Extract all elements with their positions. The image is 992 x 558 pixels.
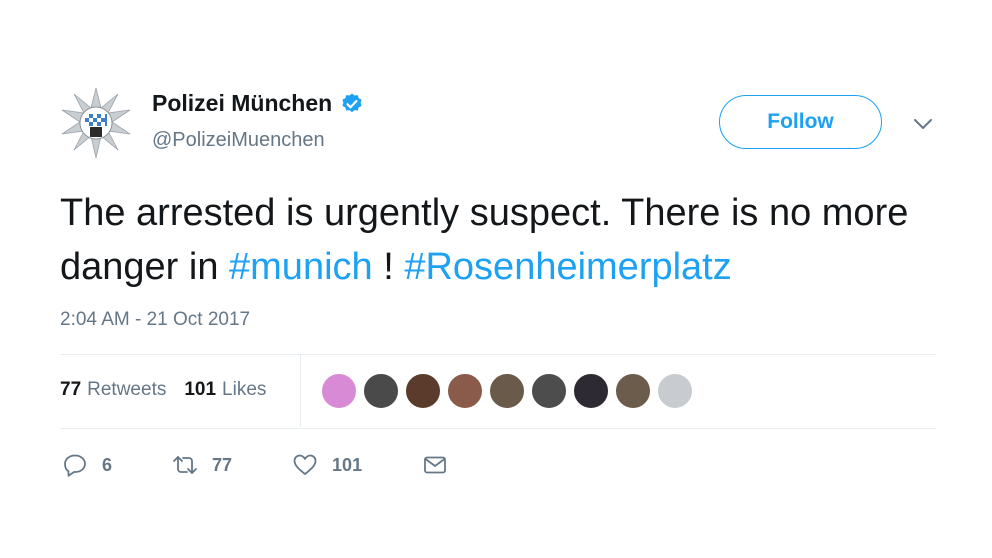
heart-icon[interactable] [292, 452, 318, 478]
direct-message-action[interactable] [422, 452, 462, 478]
tweet-actions: 6 77 101 [62, 452, 522, 478]
retweet-icon[interactable] [172, 452, 198, 478]
liker-avatar[interactable] [362, 372, 400, 410]
stats-separator [300, 355, 301, 427]
author-name-row[interactable]: Polizei München [152, 90, 364, 117]
envelope-icon[interactable] [422, 452, 448, 478]
follow-button[interactable]: Follow [719, 95, 882, 149]
liker-avatar[interactable] [656, 372, 694, 410]
verified-badge-icon [342, 93, 362, 112]
author-name[interactable]: Polizei München [152, 90, 332, 117]
likes-stat[interactable]: 101 Likes [184, 379, 266, 401]
retweet-count: 77 [212, 454, 233, 475]
retweet-action[interactable]: 77 [172, 452, 232, 478]
reply-icon[interactable] [62, 452, 88, 478]
retweets-count: 77 [60, 379, 82, 400]
liker-avatar[interactable] [530, 372, 568, 410]
liker-avatar[interactable] [614, 372, 652, 410]
divider [60, 428, 936, 429]
tweet-stats: 77 Retweets 101 Likes [60, 379, 284, 401]
reply-action[interactable]: 6 [62, 452, 112, 478]
liker-avatar[interactable] [572, 372, 610, 410]
liker-avatar[interactable] [446, 372, 484, 410]
tweet-text: The arrested is urgently suspect. There … [60, 186, 950, 294]
author-handle[interactable]: @PolizeiMuenchen [152, 129, 325, 152]
retweets-label: Retweets [87, 379, 167, 400]
liker-avatars [320, 372, 698, 410]
retweets-stat[interactable]: 77 Retweets [60, 379, 166, 401]
chevron-down-icon[interactable] [912, 116, 934, 132]
hashtag-link-munich[interactable]: #munich [229, 246, 373, 288]
likes-count: 101 [184, 379, 217, 400]
liker-avatar[interactable] [488, 372, 526, 410]
police-star-emblem-icon[interactable] [58, 86, 134, 162]
tweet-card: Polizei München @PolizeiMuenchen Follow … [0, 0, 992, 558]
tweet-timestamp[interactable]: 2:04 AM - 21 Oct 2017 [60, 309, 250, 331]
liker-avatar[interactable] [404, 372, 442, 410]
tweet-text-part: ! [372, 246, 405, 288]
reply-count: 6 [102, 454, 113, 475]
liker-avatar[interactable] [320, 372, 358, 410]
like-action[interactable]: 101 [292, 452, 362, 478]
divider [60, 354, 936, 355]
hashtag-link-rosenheimerplatz[interactable]: #Rosenheimerplatz [404, 246, 731, 288]
like-count: 101 [332, 454, 363, 475]
likes-label: Likes [222, 379, 267, 400]
